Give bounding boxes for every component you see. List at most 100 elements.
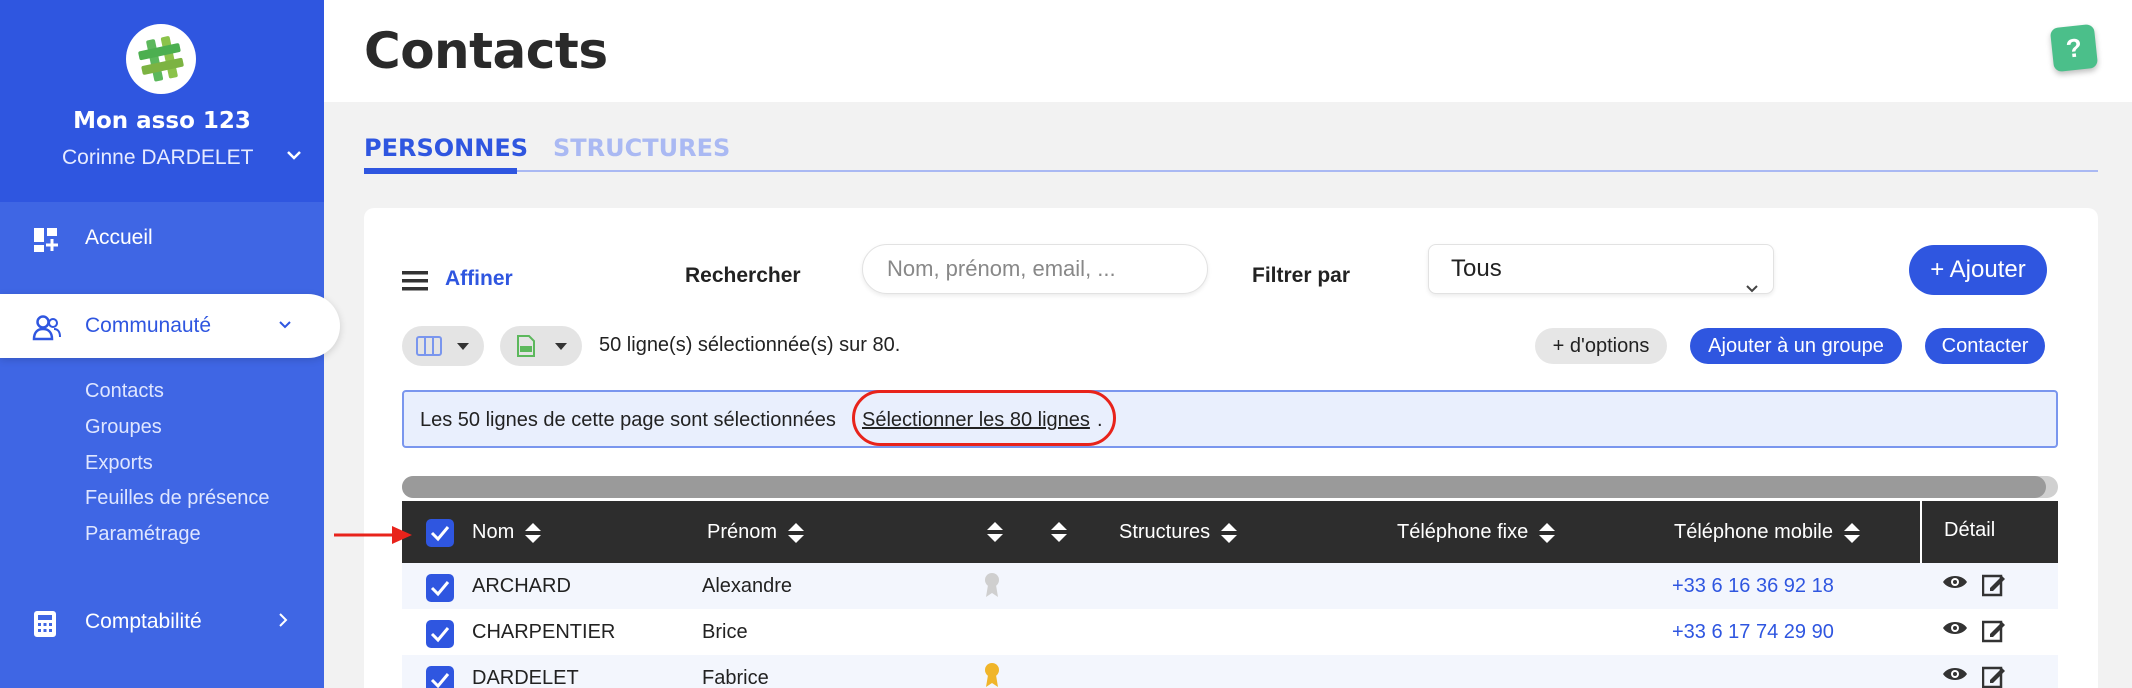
column-label: Téléphone mobile bbox=[1674, 521, 1833, 543]
table-row[interactable]: DARDELET Fabrice bbox=[402, 655, 2058, 688]
column-header-tel-mobile[interactable]: Téléphone mobile bbox=[1674, 521, 1861, 544]
column-header-structures[interactable]: Structures bbox=[1119, 521, 1238, 544]
tab-structures[interactable]: STRUCTURES bbox=[553, 134, 730, 162]
cell-nom: DARDELET bbox=[472, 667, 579, 688]
cell-mobile[interactable]: +33 6 17 74 29 90 bbox=[1672, 621, 1834, 644]
chevron-right-icon bbox=[278, 612, 288, 633]
search-label: Rechercher bbox=[685, 264, 801, 287]
column-header-prenom[interactable]: Prénom bbox=[707, 521, 805, 544]
cell-prenom: Fabrice bbox=[702, 667, 769, 688]
edit-icon[interactable] bbox=[1981, 619, 2006, 649]
eye-icon[interactable] bbox=[1942, 573, 1968, 603]
cell-nom: ARCHARD bbox=[472, 575, 571, 597]
selection-alert: Les 50 lignes de cette page sont sélecti… bbox=[402, 390, 2058, 448]
chevron-down-icon[interactable] bbox=[286, 148, 302, 166]
subnav-parametrage[interactable]: Paramétrage bbox=[85, 523, 201, 546]
sort-icon bbox=[1539, 522, 1556, 543]
filter-select[interactable]: Tous bbox=[1428, 244, 1774, 294]
menu-icon[interactable] bbox=[402, 270, 428, 297]
edit-icon[interactable] bbox=[1981, 573, 2006, 603]
sidebar-item-communaute[interactable]: Communauté bbox=[0, 294, 340, 358]
chevron-down-icon bbox=[1745, 263, 1759, 311]
org-logo bbox=[126, 24, 196, 94]
tab-active-indicator bbox=[364, 168, 517, 174]
export-toggle-button[interactable] bbox=[500, 326, 582, 366]
file-export-icon bbox=[517, 335, 535, 357]
caret-down-icon bbox=[457, 343, 469, 350]
row-actions bbox=[1942, 619, 2006, 649]
add-contact-button[interactable]: + Ajouter bbox=[1909, 245, 2047, 295]
arrow-icon bbox=[334, 524, 414, 551]
award-icon bbox=[982, 571, 1002, 605]
scrollbar-thumb[interactable] bbox=[402, 476, 2046, 498]
tab-divider bbox=[364, 170, 2098, 172]
column-label: Détail bbox=[1944, 519, 1996, 541]
cell-mobile[interactable]: +33 6 16 36 92 18 bbox=[1672, 575, 1834, 598]
column-label: Téléphone fixe bbox=[1397, 521, 1529, 543]
row-checkbox[interactable] bbox=[426, 620, 454, 648]
selection-count: 50 ligne(s) sélectionnée(s) sur 80. bbox=[599, 334, 901, 356]
filter-value: Tous bbox=[1451, 255, 1502, 282]
sidebar-item-label: Comptabilité bbox=[85, 610, 202, 633]
page-title: Contacts bbox=[364, 22, 608, 80]
column-header-nom[interactable]: Nom bbox=[472, 521, 542, 544]
cell-prenom: Brice bbox=[702, 621, 748, 643]
select-all-checkbox[interactable] bbox=[426, 519, 454, 547]
column-header-tel-fixe[interactable]: Téléphone fixe bbox=[1397, 521, 1556, 544]
cell-nom: CHARPENTIER bbox=[472, 621, 616, 643]
help-button[interactable]: ? bbox=[2049, 23, 2099, 73]
horizontal-scrollbar[interactable] bbox=[402, 476, 2058, 498]
edit-icon[interactable] bbox=[1981, 665, 2006, 688]
users-icon bbox=[32, 314, 61, 342]
column-header-badge[interactable] bbox=[986, 521, 1004, 543]
eye-icon[interactable] bbox=[1942, 619, 1968, 649]
row-actions bbox=[1942, 573, 2006, 603]
caret-down-icon bbox=[555, 343, 567, 350]
sort-icon bbox=[1844, 522, 1860, 543]
tab-personnes[interactable]: PERSONNES bbox=[364, 134, 528, 162]
sidebar-header: Mon asso 123 Corinne DARDELET bbox=[0, 0, 324, 202]
refine-link[interactable]: Affiner bbox=[445, 267, 513, 291]
more-options-button[interactable]: + d'options bbox=[1535, 328, 1667, 364]
column-header-detail: Détail bbox=[1944, 519, 1995, 542]
award-icon bbox=[982, 661, 1002, 688]
sidebar-item-accueil[interactable]: Accueil bbox=[0, 206, 324, 270]
column-label: Prénom bbox=[707, 521, 778, 543]
column-label: Nom bbox=[472, 521, 515, 543]
contact-button[interactable]: Contacter bbox=[1925, 328, 2045, 364]
sort-icon bbox=[788, 522, 805, 543]
sidebar: Mon asso 123 Corinne DARDELET Accueil Co… bbox=[0, 0, 340, 688]
row-actions bbox=[1942, 665, 2006, 688]
chevron-down-icon bbox=[278, 317, 292, 335]
highlight-circle bbox=[852, 390, 1116, 446]
user-name[interactable]: Corinne DARDELET bbox=[62, 146, 253, 170]
row-checkbox[interactable] bbox=[426, 574, 454, 602]
alert-text: Les 50 lignes de cette page sont sélecti… bbox=[420, 409, 836, 431]
subnav-contacts[interactable]: Contacts bbox=[85, 380, 164, 403]
table-header: Nom Prénom Structures Téléphone fixe Tél… bbox=[402, 501, 2058, 563]
sidebar-item-comptabilite[interactable]: Comptabilité bbox=[0, 590, 324, 654]
add-to-group-button[interactable]: Ajouter à un groupe bbox=[1690, 328, 1902, 364]
cell-prenom: Alexandre bbox=[702, 575, 793, 597]
sort-icon bbox=[1051, 522, 1067, 542]
sidebar-item-label: Communauté bbox=[85, 314, 212, 337]
sort-icon bbox=[1221, 522, 1238, 543]
table-row[interactable]: CHARPENTIER Brice +33 6 17 74 29 90 bbox=[402, 609, 2058, 655]
org-name: Mon asso 123 bbox=[73, 108, 251, 134]
sort-icon bbox=[987, 522, 1003, 542]
subnav-groupes[interactable]: Groupes bbox=[85, 416, 162, 439]
dashboard-icon bbox=[32, 226, 60, 254]
column-header-extra[interactable] bbox=[1050, 521, 1068, 543]
subnav-exports[interactable]: Exports bbox=[85, 452, 153, 475]
row-checkbox[interactable] bbox=[426, 666, 454, 688]
filter-label: Filtrer par bbox=[1252, 264, 1351, 287]
search-input[interactable] bbox=[862, 244, 1208, 294]
columns-toggle-button[interactable] bbox=[402, 326, 484, 366]
columns-icon bbox=[416, 336, 442, 356]
eye-icon[interactable] bbox=[1942, 665, 1968, 688]
column-divider bbox=[1920, 501, 1922, 563]
page-header: Contacts ? bbox=[324, 0, 2132, 102]
subnav-feuilles-presence[interactable]: Feuilles de présence bbox=[85, 487, 270, 510]
table-row[interactable]: ARCHARD Alexandre +33 6 16 36 92 18 bbox=[402, 563, 2058, 609]
column-label: Structures bbox=[1119, 521, 1211, 543]
